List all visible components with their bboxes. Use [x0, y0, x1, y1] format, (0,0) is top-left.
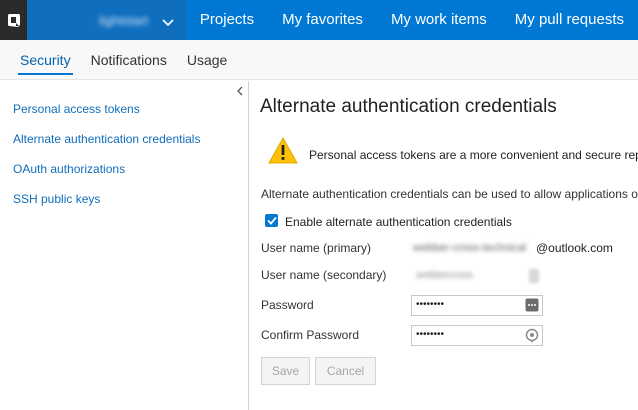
cancel-button[interactable]: Cancel — [315, 357, 376, 385]
input-badge — [529, 269, 539, 283]
tab-notifications[interactable]: Notifications — [81, 40, 177, 79]
chevron-down-icon — [162, 14, 174, 32]
security-sidebar: Personal access tokens Alternate authent… — [0, 81, 249, 410]
nav-my-favorites[interactable]: My favorites — [268, 0, 377, 40]
sidebar-item-ssh-public-keys[interactable]: SSH public keys — [13, 192, 100, 206]
secondary-username-value: webbercross — [416, 270, 473, 281]
enable-credentials-label[interactable]: Enable alternate authentication credenti… — [285, 215, 512, 229]
page-title: Alternate authentication credentials — [260, 96, 557, 117]
warning-message: Personal access tokens are a more conven… — [309, 148, 638, 162]
primary-username-label: User name (primary) — [261, 241, 372, 255]
sidebar-item-personal-access-tokens[interactable]: Personal access tokens — [13, 102, 140, 116]
secondary-username-label: User name (secondary) — [261, 268, 387, 282]
sidebar-item-oauth-authorizations[interactable]: OAuth authorizations — [13, 162, 125, 176]
primary-username-value: webber-cross-technical — [413, 242, 527, 254]
sidebar-item-alternate-credentials[interactable]: Alternate authentication credentials — [13, 132, 200, 146]
nav-my-pull-requests[interactable]: My pull requests — [501, 0, 638, 40]
warning-icon — [268, 136, 298, 169]
confirm-password-value: •••••••• — [416, 329, 445, 340]
description-text: Alternate authentication credentials can… — [261, 187, 638, 201]
nav-projects[interactable]: Projects — [186, 0, 268, 40]
confirm-password-input[interactable]: •••••••• — [411, 325, 543, 346]
nav-my-work-items[interactable]: My work items — [377, 0, 501, 40]
vsts-logo-icon[interactable] — [0, 0, 28, 40]
enable-credentials-checkbox[interactable] — [265, 214, 278, 227]
chevron-left-icon[interactable] — [236, 83, 244, 101]
account-selector[interactable]: lightstart — [27, 0, 186, 40]
reveal-password-icon[interactable] — [525, 328, 539, 348]
password-manager-icon[interactable] — [525, 298, 539, 317]
tab-security[interactable]: Security — [10, 40, 81, 79]
profile-tabs: Security Notifications Usage — [0, 40, 638, 80]
save-button[interactable]: Save — [261, 357, 310, 385]
top-nav: Projects My favorites My work items My p… — [186, 0, 638, 40]
secondary-username-input[interactable]: webbercross — [411, 265, 543, 286]
password-label: Password — [261, 298, 314, 312]
confirm-password-label: Confirm Password — [261, 328, 360, 342]
password-value: •••••••• — [416, 299, 445, 310]
tab-usage[interactable]: Usage — [177, 40, 237, 79]
primary-username-domain: @outlook.com — [536, 241, 613, 255]
password-input[interactable]: •••••••• — [411, 295, 543, 316]
account-name: lightstart — [99, 12, 149, 28]
top-bar: lightstart Projects My favorites My work… — [0, 0, 638, 40]
main-content: Alternate authentication credentials Per… — [250, 81, 638, 410]
